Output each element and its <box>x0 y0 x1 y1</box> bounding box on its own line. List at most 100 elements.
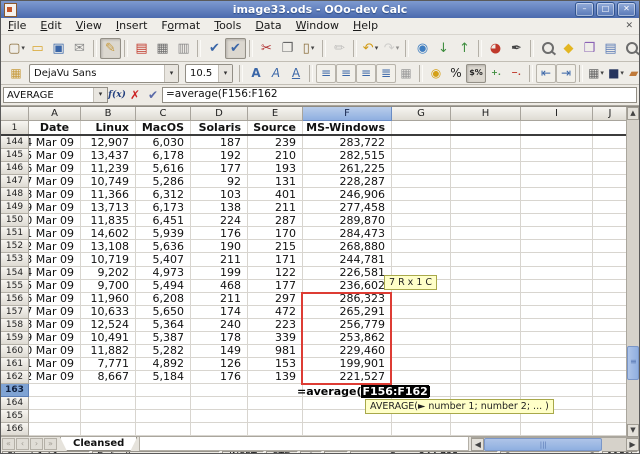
cell-G147[interactable] <box>392 175 451 188</box>
scroll-right-icon[interactable]: ▶ <box>626 438 639 451</box>
cell-C149[interactable]: 6,173 <box>136 201 191 214</box>
column-header-I[interactable]: I <box>521 107 593 121</box>
cell-I1[interactable] <box>521 121 593 134</box>
column-header-A[interactable]: A <box>29 107 81 121</box>
cell-A157[interactable]: 17 Mar 09 <box>29 306 81 319</box>
scroll-up-icon[interactable]: ▲ <box>627 107 639 120</box>
cell-A1[interactable]: Date <box>29 121 81 134</box>
cell-E148[interactable]: 401 <box>248 188 303 201</box>
cell-I149[interactable] <box>521 201 593 214</box>
cell-D145[interactable]: 192 <box>191 149 248 162</box>
row-header-146[interactable]: 146 <box>1 162 29 175</box>
cell-E145[interactable]: 210 <box>248 149 303 162</box>
row-header-157[interactable]: 157 <box>1 306 29 319</box>
menu-view[interactable]: View <box>69 18 109 34</box>
cell-I156[interactable] <box>521 293 593 306</box>
cell-B150[interactable]: 11,835 <box>81 214 136 227</box>
edit-file-icon[interactable]: ✎ <box>100 38 121 59</box>
cell-E159[interactable]: 339 <box>248 332 303 345</box>
cell-G154[interactable] <box>392 267 451 280</box>
cell-J166[interactable] <box>593 423 628 436</box>
delete-decimal-icon[interactable]: −. <box>506 64 526 83</box>
cell-I155[interactable] <box>521 280 593 293</box>
cell-C145[interactable]: 6,178 <box>136 149 191 162</box>
row-header-145[interactable]: 145 <box>1 149 29 162</box>
row-header-147[interactable]: 147 <box>1 175 29 188</box>
cell-I165[interactable] <box>521 410 593 423</box>
cell-D149[interactable]: 138 <box>191 201 248 214</box>
cell-C165[interactable] <box>136 410 191 423</box>
cell-J157[interactable] <box>593 306 628 319</box>
spellcheck-icon[interactable]: ✔ <box>204 38 225 59</box>
cell-A145[interactable]: 5 Mar 09 <box>29 149 81 162</box>
decrease-indent-icon[interactable]: ⇤ <box>536 64 556 83</box>
cell-A158[interactable]: 18 Mar 09 <box>29 319 81 332</box>
column-header-G[interactable]: G <box>392 107 451 121</box>
background-color-icon[interactable]: ▰▾ <box>626 64 640 83</box>
cell-I146[interactable] <box>521 162 593 175</box>
undo-icon[interactable]: ↶▾ <box>360 38 381 59</box>
cell-I151[interactable] <box>521 227 593 240</box>
cell-I145[interactable] <box>521 149 593 162</box>
cell-D150[interactable]: 224 <box>191 214 248 227</box>
cell-A161[interactable]: 21 Mar 09 <box>29 358 81 371</box>
cell-E158[interactable]: 223 <box>248 319 303 332</box>
cell-B147[interactable]: 10,749 <box>81 175 136 188</box>
cell-D157[interactable]: 174 <box>191 306 248 319</box>
horizontal-scrollbar[interactable]: ◀ ▶ <box>471 437 639 451</box>
cell-C152[interactable]: 5,636 <box>136 240 191 253</box>
cell-C158[interactable]: 5,364 <box>136 319 191 332</box>
cell-G162[interactable] <box>392 371 451 384</box>
vertical-scrollbar-thumb[interactable] <box>627 346 639 380</box>
find-replace-icon[interactable] <box>537 38 558 59</box>
page-preview-icon[interactable]: ▥ <box>173 38 194 59</box>
cell-E164[interactable] <box>248 397 303 410</box>
cell-F145[interactable]: 282,515 <box>303 149 392 162</box>
cell-I158[interactable] <box>521 319 593 332</box>
row-header-154[interactable]: 154 <box>1 267 29 280</box>
cell-I152[interactable] <box>521 240 593 253</box>
insert-chart-icon[interactable]: ◕ <box>485 38 506 59</box>
name-box-dropdown-icon[interactable]: ▾ <box>93 88 107 102</box>
cell-I161[interactable] <box>521 358 593 371</box>
row-header-163[interactable]: 163 <box>1 384 29 397</box>
formula-input[interactable]: =average(F156:F162 <box>162 87 637 103</box>
cell-A149[interactable]: 9 Mar 09 <box>29 201 81 214</box>
cell-D1[interactable]: Solaris <box>191 121 248 134</box>
cell-H159[interactable] <box>451 332 521 345</box>
cell-D147[interactable]: 92 <box>191 175 248 188</box>
cell-F156[interactable]: 286,323 <box>303 293 392 306</box>
cell-C155[interactable]: 5,494 <box>136 280 191 293</box>
cell-J158[interactable] <box>593 319 628 332</box>
cell-G146[interactable] <box>392 162 451 175</box>
standard-format-icon[interactable]: $% <box>466 64 486 83</box>
cell-F146[interactable]: 261,225 <box>303 162 392 175</box>
align-right-icon[interactable]: ≡ <box>356 64 376 83</box>
cell-F163[interactable] <box>303 384 392 397</box>
cell-C159[interactable]: 5,387 <box>136 332 191 345</box>
cell-B151[interactable]: 14,602 <box>81 227 136 240</box>
cell-E165[interactable] <box>248 410 303 423</box>
row-header-150[interactable]: 150 <box>1 214 29 227</box>
new-document-icon[interactable]: ▢▾ <box>6 38 27 59</box>
cell-J151[interactable] <box>593 227 628 240</box>
cell-F151[interactable]: 284,473 <box>303 227 392 240</box>
align-left-icon[interactable]: ≡ <box>316 64 336 83</box>
cell-H146[interactable] <box>451 162 521 175</box>
cell-H145[interactable] <box>451 149 521 162</box>
cell-A150[interactable]: 10 Mar 09 <box>29 214 81 227</box>
export-pdf-icon[interactable]: ▤ <box>131 38 152 59</box>
draw-functions-icon[interactable]: ✒ <box>506 38 527 59</box>
cell-A165[interactable] <box>29 410 81 423</box>
cell-H162[interactable] <box>451 371 521 384</box>
cell-G144[interactable] <box>392 136 451 149</box>
cell-C151[interactable]: 5,939 <box>136 227 191 240</box>
cell-F148[interactable]: 246,906 <box>303 188 392 201</box>
cell-B146[interactable]: 11,239 <box>81 162 136 175</box>
cell-D156[interactable]: 211 <box>191 293 248 306</box>
cell-C154[interactable]: 4,973 <box>136 267 191 280</box>
row-header-148[interactable]: 148 <box>1 188 29 201</box>
cell-A156[interactable]: 16 Mar 09 <box>29 293 81 306</box>
row-header-1[interactable]: 1 <box>1 121 29 134</box>
cell-I162[interactable] <box>521 371 593 384</box>
